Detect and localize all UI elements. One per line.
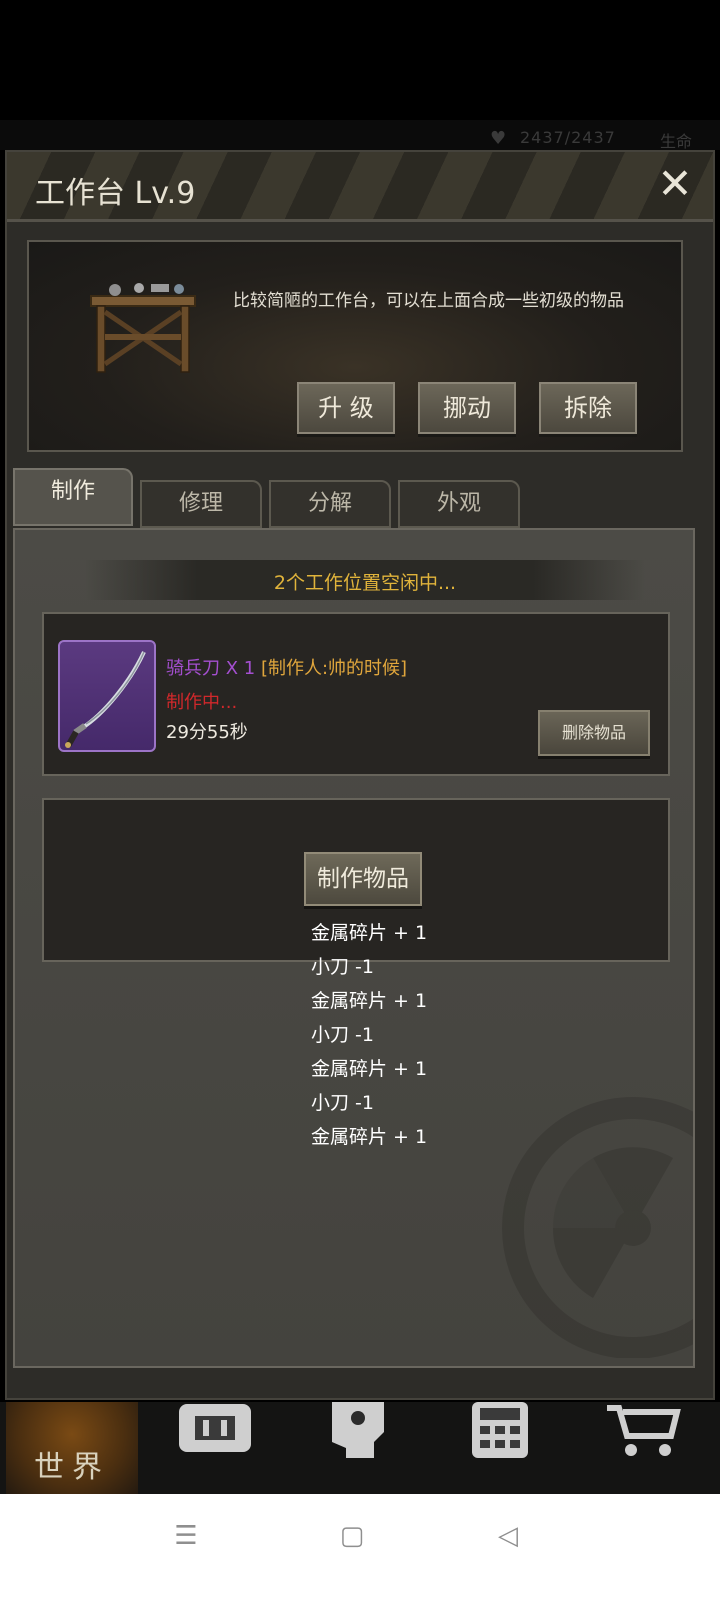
log-line: 金属碎片 + 1 xyxy=(311,922,428,944)
phone-icon[interactable] xyxy=(460,1402,540,1462)
workbench-icon xyxy=(90,283,196,373)
tab-disassemble[interactable]: 分解 xyxy=(269,480,391,528)
item-name: 骑兵刀 X 1 xyxy=(166,658,256,679)
hp-value: 2437/2437 xyxy=(520,128,616,147)
log-line: 小刀 -1 xyxy=(311,956,374,978)
item-slot[interactable] xyxy=(58,640,156,752)
bottom-nav: 世界 xyxy=(0,1402,720,1494)
tab-appearance[interactable]: 外观 xyxy=(398,480,520,528)
workbench-description: 比较简陋的工作台，可以在上面合成一些初级的物品 xyxy=(233,291,624,311)
reward-log: 金属碎片 + 1 小刀 -1 金属碎片 + 1 小刀 -1 金属碎片 + 1 小… xyxy=(311,916,427,1154)
skills-head-icon[interactable] xyxy=(318,1402,398,1462)
slot-status-bar: 2个工作位置空闲中... xyxy=(85,560,645,600)
log-line: 小刀 -1 xyxy=(311,1092,374,1114)
tab-craft[interactable]: 制作 xyxy=(13,468,133,526)
move-button[interactable]: 挪动 xyxy=(418,382,516,434)
item-maker: [制作人:帅的时候] xyxy=(260,658,408,679)
workbench-info-panel: 比较简陋的工作台，可以在上面合成一些初级的物品 升 级 挪动 拆除 xyxy=(27,240,683,452)
log-line: 小刀 -1 xyxy=(311,1024,374,1046)
home-icon[interactable]: ▢ xyxy=(332,1516,372,1556)
backpack-icon[interactable] xyxy=(175,1402,255,1462)
craft-tab-panel: 2个工作位置空闲中... 骑兵刀 X 1 [制作人:帅的时候] 制作中... 2… xyxy=(13,528,695,1368)
back-icon[interactable]: ◁ xyxy=(488,1516,528,1556)
system-nav-bar: ☰ ▢ ◁ xyxy=(0,1494,720,1600)
status-area xyxy=(0,0,720,120)
close-button[interactable]: ✕ xyxy=(655,163,695,205)
nav-world-button[interactable]: 世界 xyxy=(6,1402,138,1494)
menu-icon[interactable]: ☰ xyxy=(166,1516,206,1556)
life-label: 生命 xyxy=(660,132,693,151)
log-line: 金属碎片 + 1 xyxy=(311,1126,428,1148)
delete-item-button[interactable]: 删除物品 xyxy=(538,710,650,756)
craft-status: 制作中... xyxy=(166,692,238,713)
slot-status-text: 2个工作位置空闲中... xyxy=(273,572,457,594)
demolish-button[interactable]: 拆除 xyxy=(539,382,637,434)
tab-repair[interactable]: 修理 xyxy=(140,480,262,528)
hud-strip: ♥ 2437/2437 生命 xyxy=(0,120,720,151)
dialog-header: 工作台 Lv.9 ✕ xyxy=(7,152,713,222)
dialog-title: 工作台 Lv.9 xyxy=(35,176,196,211)
craft-time-left: 29分55秒 xyxy=(166,722,248,743)
log-line: 金属碎片 + 1 xyxy=(311,990,428,1012)
item-name-line: 骑兵刀 X 1 [制作人:帅的时候] xyxy=(166,654,407,680)
upgrade-button[interactable]: 升 级 xyxy=(297,382,395,434)
radiation-watermark-icon xyxy=(502,1097,693,1358)
cart-icon[interactable] xyxy=(603,1402,683,1462)
saber-icon xyxy=(65,651,146,748)
make-item-button[interactable]: 制作物品 xyxy=(304,852,422,906)
heart-icon: ♥ xyxy=(490,128,507,149)
workbench-dialog: 工作台 Lv.9 ✕ 比较简陋的工作台，可以在上面合成一些初级的物品 升 级 挪… xyxy=(5,150,715,1400)
nav-world-label: 世界 xyxy=(34,1450,110,1485)
crafting-slot: 骑兵刀 X 1 [制作人:帅的时候] 制作中... 29分55秒 删除物品 xyxy=(42,612,670,776)
log-line: 金属碎片 + 1 xyxy=(311,1058,428,1080)
